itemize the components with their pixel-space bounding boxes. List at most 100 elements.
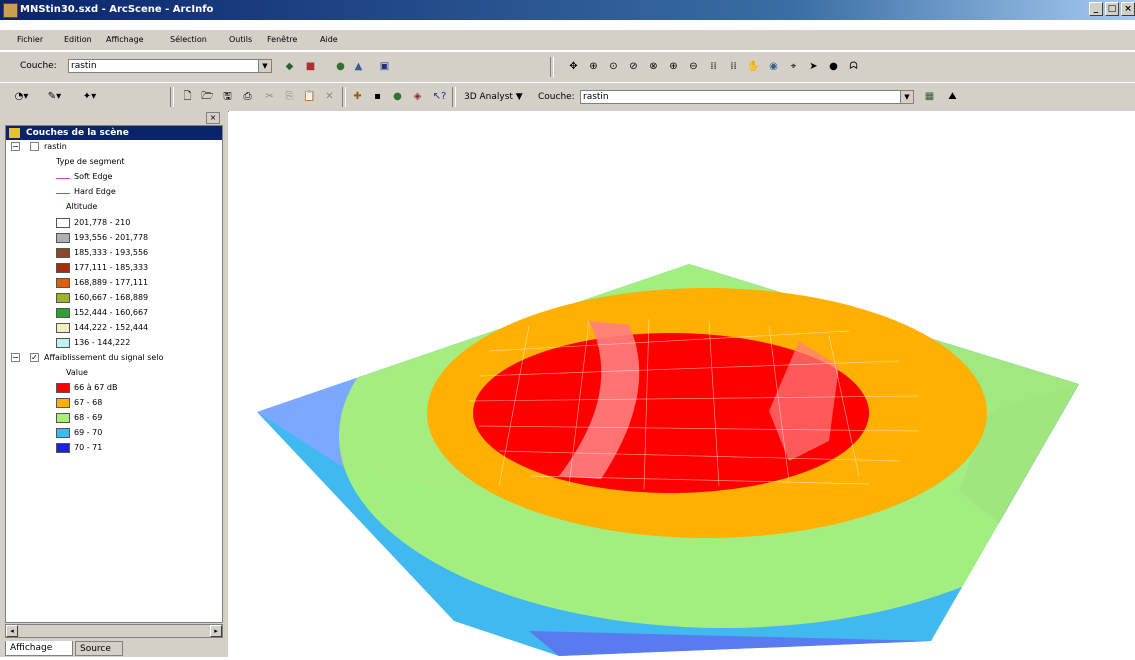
globe-icon[interactable]: ● [390, 89, 405, 104]
layer-name[interactable]: rastin [44, 142, 67, 151]
narrow-fov-icon[interactable]: ⁞⁞ [706, 59, 721, 74]
legend-label: 69 - 70 [74, 428, 103, 437]
fly-icon[interactable]: ⊕ [586, 59, 601, 74]
select-graphics-icon[interactable]: ⌖ [786, 59, 801, 74]
marker-color-icon[interactable]: ✦▾ [82, 89, 97, 104]
navigate-icon[interactable]: ✥ [566, 59, 581, 74]
zoom-out-icon[interactable]: ⊖ [686, 59, 701, 74]
depth-priority-icon[interactable]: ▲ [351, 59, 366, 74]
steepest-path-icon[interactable]: ⛰ [945, 89, 960, 104]
menu-affichage[interactable]: Affichage [106, 35, 144, 44]
new-document-icon[interactable]: 🗋 [180, 89, 195, 104]
select-elements-icon[interactable]: ➤ [806, 59, 821, 74]
layer-name[interactable]: Affaiblissement du signal selo [44, 353, 163, 362]
legend-label: Hard Edge [74, 187, 116, 196]
find-icon[interactable]: ᗣ [846, 59, 861, 74]
menu-selection[interactable]: Sélection [170, 35, 207, 44]
toolbar-separator [550, 57, 554, 77]
horizontal-scrollbar[interactable]: ◂ ▸ [5, 624, 223, 638]
target-center-icon[interactable]: ⊙ [606, 59, 621, 74]
create-contours-icon[interactable]: ▦ [922, 89, 937, 104]
legend-label: 185,333 - 193,556 [74, 248, 149, 257]
window-title: MNStin30.sxd - ArcScene - ArcInfo [20, 4, 214, 15]
toolbar-separator [170, 87, 174, 107]
add-data-icon[interactable]: ✚ [350, 89, 365, 104]
legend-swatch [56, 443, 70, 453]
layer-tree: Couches de la scène − rastin Type de seg… [5, 125, 223, 623]
menu-fenetre[interactable]: Fenêtre [267, 35, 297, 44]
zoom-to-target-icon[interactable]: ⊘ [626, 59, 641, 74]
zoom-in-icon[interactable]: ⊕ [666, 59, 681, 74]
shading-icon[interactable]: ● [333, 59, 348, 74]
full-extent-icon[interactable]: ◉ [766, 59, 781, 74]
lighting-icon[interactable]: ■ [303, 59, 318, 74]
menu-aide[interactable]: Aide [320, 35, 338, 44]
help-icon[interactable]: ↖? [432, 89, 447, 104]
chevron-down-icon[interactable]: ▼ [258, 60, 271, 72]
menu-outils[interactable]: Outils [229, 35, 252, 44]
legend-label: 177,111 - 185,333 [74, 263, 149, 272]
toolbar-separator [452, 87, 456, 107]
layer-dropdown-2-value: rastin [583, 92, 609, 102]
layer-visibility-checkbox[interactable] [30, 142, 39, 151]
animation-icon[interactable]: ◈ [410, 89, 425, 104]
legend-swatch [56, 218, 70, 228]
layer-dropdown[interactable]: rastin ▼ [68, 59, 272, 73]
chevron-down-icon[interactable]: ▼ [900, 91, 913, 103]
print-icon[interactable]: ⎙ [240, 89, 255, 104]
menu-fichier[interactable]: Fichier [17, 35, 43, 44]
title-bar: MNStin30.sxd - ArcScene - ArcInfo _ □ × [0, 0, 1135, 20]
open-icon[interactable]: 🗁 [200, 89, 215, 104]
set-observer-icon[interactable]: ⊗ [646, 59, 661, 74]
legend-label: 66 à 67 dB [74, 383, 118, 392]
copy-icon[interactable]: ⎘ [282, 89, 297, 104]
tab-source[interactable]: Source [75, 641, 123, 656]
collapse-toggle[interactable]: − [11, 142, 20, 151]
scene-document-icon[interactable]: ▪ [370, 89, 385, 104]
collapse-toggle[interactable]: − [11, 353, 20, 362]
scroll-right-icon[interactable]: ▸ [210, 625, 222, 637]
legend-label: 70 - 71 [74, 443, 103, 452]
legend-label: 201,778 - 210 [74, 218, 131, 227]
legend-label: 68 - 69 [74, 413, 103, 422]
app-icon[interactable] [3, 3, 18, 18]
layer-visibility-checkbox[interactable]: ✓ [30, 353, 39, 362]
menu-bar: Fichier Edition Affichage Sélection Outi… [0, 30, 1135, 51]
toc-header[interactable]: Couches de la scène [6, 126, 222, 140]
menu-edition[interactable]: Edition [64, 35, 92, 44]
delete-icon[interactable]: ✕ [322, 89, 337, 104]
line-color-icon[interactable]: ✎▾ [47, 89, 62, 104]
expand-fov-icon[interactable]: ⁞⁞ [726, 59, 741, 74]
close-icon[interactable]: × [206, 112, 220, 124]
layer-dropdown-value: rastin [71, 61, 97, 71]
identify-icon[interactable]: ● [826, 59, 841, 74]
layers-icon [9, 128, 20, 138]
scene-view[interactable] [229, 111, 1135, 657]
hard-edge-swatch [56, 193, 70, 194]
toolbar-separator [342, 87, 346, 107]
pan-icon[interactable]: ✋ [746, 59, 761, 74]
transparency-icon[interactable]: ◆ [282, 59, 297, 74]
toolbar-standard: ◔▾ ✎▾ ✦▾ 🗋 🗁 🖫 ⎙ ✂ ⎘ 📋 ✕ ✚ ▪ ● ◈ ↖? 3D A… [0, 82, 1135, 112]
layer-label-2: Couche: [538, 92, 575, 102]
save-icon[interactable]: 🖫 [220, 89, 235, 104]
legend-swatch [56, 248, 70, 258]
legend-label: 67 - 68 [74, 398, 103, 407]
fill-color-icon[interactable]: ◔▾ [14, 89, 29, 104]
layer-face-culling-icon[interactable]: ▣ [377, 59, 392, 74]
legend-swatch [56, 383, 70, 393]
close-button[interactable]: × [1121, 2, 1135, 16]
legend-swatch [56, 308, 70, 318]
maximize-button[interactable]: □ [1105, 2, 1119, 16]
legend-swatch [56, 413, 70, 423]
3d-analyst-menu[interactable]: 3D Analyst ▼ [464, 92, 523, 102]
layer-dropdown-2[interactable]: rastin ▼ [580, 90, 914, 104]
minimize-button[interactable]: _ [1089, 2, 1103, 16]
scroll-left-icon[interactable]: ◂ [6, 625, 18, 637]
cut-icon[interactable]: ✂ [262, 89, 277, 104]
legend-label: 152,444 - 160,667 [74, 308, 149, 317]
legend-swatch [56, 293, 70, 303]
legend-swatch [56, 263, 70, 273]
tab-display[interactable]: Affichage [5, 641, 73, 656]
paste-icon[interactable]: 📋 [302, 89, 317, 104]
